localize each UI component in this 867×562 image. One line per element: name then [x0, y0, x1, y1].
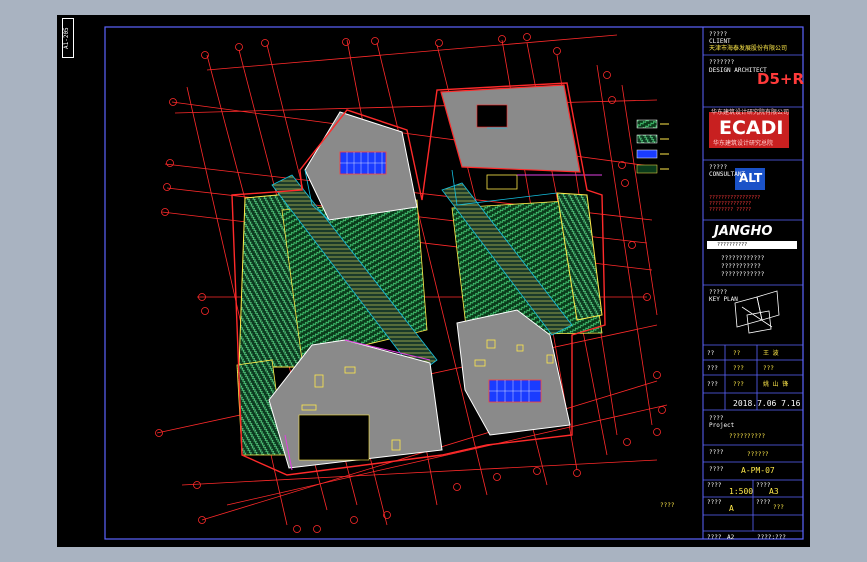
sign-row-3-signature: 姚 山 锋 [763, 381, 789, 388]
ecadi-logo: ECADI [719, 117, 784, 139]
size-value: A3 [769, 487, 779, 496]
contractor-line-1: ???????????? [721, 255, 765, 262]
footer-right: ????:??? [757, 534, 786, 541]
scale-value: 1:500 [729, 487, 754, 496]
jangho-logo: JANGHO [714, 224, 773, 239]
hatch-legend [636, 119, 669, 174]
roof-equipment-north [339, 151, 387, 175]
footer-left: ???? [707, 534, 722, 541]
drawing-caption: ???? [709, 449, 724, 456]
contractor-line-2: ??????????? [721, 263, 761, 270]
side-note: ???? [660, 502, 675, 509]
consultant-caption: ????? [709, 164, 728, 171]
sign-row-3-name: ??? [733, 381, 744, 388]
sign-row-2-signature: ??? [763, 365, 774, 372]
rev-value: A [729, 504, 734, 513]
drawing-number: A-PM-07 [741, 466, 775, 475]
sheet-value: ??? [773, 504, 784, 511]
keyplan-en: KEY PLAN [709, 296, 738, 303]
client-name: 天津市海泰发展股份有限公司 [709, 45, 788, 52]
consultant-logo: ALT [739, 171, 763, 185]
keyplan-caption: ????? [709, 289, 728, 296]
consultant-line-3: ???????? ????? [709, 207, 752, 213]
contractor-line-3: ???????????? [721, 271, 765, 278]
footer-size: A2 [727, 534, 735, 541]
institute-name: 华东建筑设计研究院有限公司 [711, 109, 790, 116]
rev-caption: ???? [707, 499, 722, 506]
institute-sub: 华东建筑设计研究总院 [713, 140, 774, 147]
jangho-band-text: ?????????? [717, 242, 748, 248]
sign-row-2-name: ??? [733, 365, 744, 372]
sign-row-1-name: ?? [733, 350, 741, 357]
key-plan-sketch [734, 290, 780, 334]
courtyard-void [298, 414, 370, 461]
roof-opening [476, 104, 508, 128]
sign-row-1-signature: 王 波 [763, 350, 779, 357]
drawing-value: ?????? [747, 451, 769, 458]
roof-equipment-south [488, 379, 542, 403]
sheet-caption: ???? [756, 499, 771, 506]
sign-row-2-label: ??? [707, 365, 718, 372]
client-en: CLIENT [709, 38, 731, 45]
architect-logo: D5+R [757, 70, 805, 88]
project-caption: ???? [709, 415, 724, 422]
client-caption: ????? [709, 31, 728, 38]
sheet-tag: A1-205 [62, 18, 74, 58]
project-en: Project [709, 422, 735, 429]
floor-plan-drawing[interactable] [57, 15, 810, 547]
sign-row-1-label: ?? [707, 350, 715, 357]
drawing-no-caption: ???? [709, 466, 724, 473]
sign-row-3-label: ??? [707, 381, 718, 388]
issue-date: 2018.7.06 7.16 [733, 399, 801, 408]
drawing-sheet: ????? CLIENT 天津市海泰发展股份有限公司 ??????? DESIG… [57, 15, 810, 547]
scale-caption: ???? [707, 482, 722, 489]
project-value: ?????????? [729, 433, 766, 440]
architect-caption: ??????? [709, 59, 735, 66]
building-block-north-east [440, 84, 581, 173]
